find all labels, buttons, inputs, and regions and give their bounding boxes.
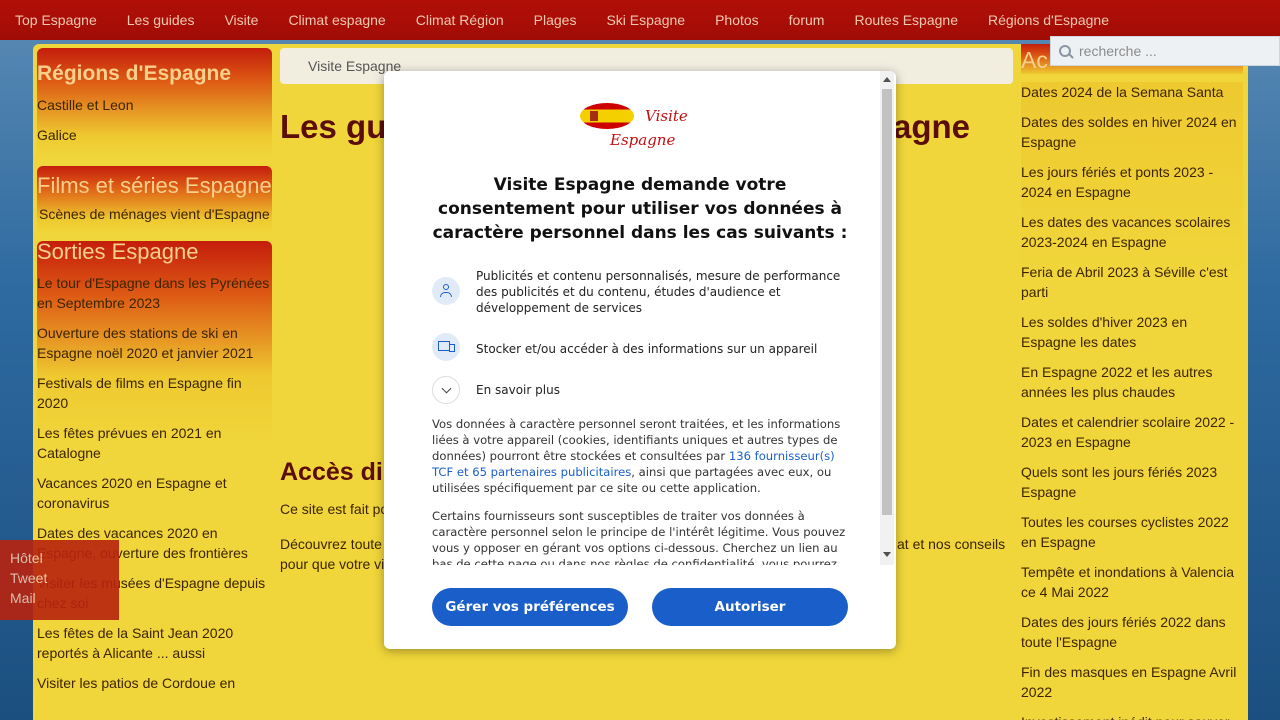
sorties-link[interactable]: Festivals de films en Espagne fin 2020 [37, 373, 272, 413]
spain-flag-icon [580, 103, 634, 129]
actualite-link[interactable]: Dates des jours fériés 2022 dans toute l… [1021, 612, 1243, 652]
sorties-link[interactable]: Vacances 2020 en Espagne et coronavirus [37, 473, 272, 513]
logo-text-line2: Espagne [610, 131, 676, 149]
regions-link[interactable]: Castille et Leon [37, 90, 272, 120]
chevron-down-icon[interactable] [432, 376, 460, 404]
actualite-link[interactable]: Les jours fériés et ponts 2023 - 2024 en… [1021, 162, 1243, 202]
regions-link[interactable]: Galice [37, 120, 272, 150]
nav-les-guides[interactable]: Les guides [112, 0, 210, 40]
share-mail[interactable]: Mail [10, 588, 119, 608]
scroll-thumb[interactable] [882, 89, 892, 515]
top-navigation: Top Espagne Les guides Visite Climat esp… [0, 0, 1280, 40]
actualite-link[interactable]: Les dates des vacances scolaires 2023-20… [1021, 212, 1243, 252]
consent-title: Visite Espagne demande votre consentemen… [432, 175, 848, 243]
nav-top-espagne[interactable]: Top Espagne [0, 0, 112, 40]
device-icon [432, 333, 460, 361]
films-link[interactable]: Scènes de ménages vient d'Espagne [37, 199, 272, 229]
actualite-link[interactable]: Dates 2024 de la Semana Santa [1021, 82, 1243, 102]
nav-climat-region[interactable]: Climat Région [401, 0, 519, 40]
search-icon [1051, 37, 1079, 65]
intro-text: Ce site est fait pour [280, 501, 401, 517]
actualite-link[interactable]: En Espagne 2022 et les autres années les… [1021, 362, 1243, 402]
nav-regions-espagne[interactable]: Régions d'Espagne [973, 0, 1124, 40]
site-logo: Visite Espagne [580, 97, 700, 153]
regions-block: Régions d'Espagne Castille et Leon Galic… [37, 48, 272, 158]
actualite-link[interactable]: Tempête et inondations à Valencia ce 4 M… [1021, 562, 1243, 602]
nav-photos[interactable]: Photos [700, 0, 774, 40]
discover-text-end: at et nos conseils [897, 536, 1006, 552]
share-tweet[interactable]: Tweet [10, 568, 119, 588]
films-block: Films et séries Espagne Scènes de ménage… [37, 166, 272, 233]
actualites-list: Dates 2024 de la Semana Santa Dates des … [1021, 82, 1243, 720]
sorties-link[interactable]: Le tour d'Espagne dans les Pyrénées en S… [37, 273, 272, 313]
sorties-block: Sorties Espagne Le tour d'Espagne dans l… [37, 241, 272, 693]
consent-paragraph-2: Certains fournisseurs sont susceptibles … [432, 509, 846, 565]
sorties-link[interactable]: Les fêtes prévues en 2021 en Catalogne [37, 423, 272, 463]
search-box [1050, 36, 1280, 66]
page-title-end: agne [893, 108, 971, 145]
nav-climat-espagne[interactable]: Climat espagne [273, 0, 400, 40]
scroll-down-arrow-icon[interactable] [883, 552, 891, 557]
sorties-link[interactable]: Ouverture des stations de ski en Espagne… [37, 323, 272, 363]
right-sidebar: Ac Dates 2024 de la Semana Santa Dates d… [1021, 44, 1243, 720]
search-input[interactable] [1079, 43, 1269, 59]
person-icon [432, 277, 460, 305]
nav-ski-espagne[interactable]: Ski Espagne [591, 0, 700, 40]
regions-title: Régions d'Espagne [37, 62, 232, 85]
actualite-link[interactable]: Dates des soldes en hiver 2024 en Espagn… [1021, 112, 1243, 152]
logo-text-line1: Visite [645, 107, 688, 125]
purpose-text: Stocker et/ou accéder à des informations… [476, 342, 818, 356]
nav-visite[interactable]: Visite [209, 0, 273, 40]
consent-dialog: Visite Espagne Visite Espagne demande vo… [384, 71, 896, 649]
films-title: Films et séries Espagne [37, 173, 272, 198]
share-hotel[interactable]: Hôtel [10, 548, 119, 568]
manage-preferences-button[interactable]: Gérer vos préférences [432, 588, 628, 626]
learn-more-label[interactable]: En savoir plus [476, 382, 852, 398]
actualite-link[interactable]: Dates et calendrier scolaire 2022 - 2023… [1021, 412, 1243, 452]
consent-scroll-area[interactable]: Visite Espagne Visite Espagne demande vo… [384, 71, 880, 565]
discover-text: Découvrez toute [280, 536, 382, 552]
actualite-link[interactable]: Fin des masques en Espagne Avril 2022 [1021, 662, 1243, 702]
nav-routes-espagne[interactable]: Routes Espagne [839, 0, 973, 40]
actualite-link[interactable]: Quels sont les jours fériés 2023 Espagne [1021, 462, 1243, 502]
allow-button[interactable]: Autoriser [652, 588, 848, 626]
actualite-link[interactable]: Investissement inédit pour sauver [1021, 712, 1243, 720]
actualite-link[interactable]: Feria de Abril 2023 à Séville c'est part… [1021, 262, 1243, 302]
page-title: Les gui [280, 108, 396, 145]
acces-heading: Accès dir [280, 458, 393, 486]
discover-text-line2: pour que votre vi [280, 556, 385, 572]
actualite-link[interactable]: Les soldes d'hiver 2023 en Espagne les d… [1021, 312, 1243, 352]
social-share-widget: Hôtel Tweet Mail [0, 540, 119, 620]
sorties-title: Sorties Espagne [37, 239, 199, 264]
nav-plages[interactable]: Plages [519, 0, 592, 40]
consent-paragraph-1: Vos données à caractère personnel seront… [432, 416, 846, 496]
sorties-link[interactable]: Visiter les patios de Cordoue en [37, 673, 272, 693]
purpose-text: Publicités et contenu personnalisés, mes… [476, 269, 841, 315]
consent-scrollbar[interactable] [880, 71, 894, 565]
nav-forum[interactable]: forum [774, 0, 840, 40]
actualite-link[interactable]: Toutes les courses cyclistes 2022 en Esp… [1021, 512, 1243, 552]
sorties-link[interactable]: Les fêtes de la Saint Jean 2020 reportés… [37, 623, 272, 663]
scroll-up-arrow-icon[interactable] [883, 77, 891, 82]
